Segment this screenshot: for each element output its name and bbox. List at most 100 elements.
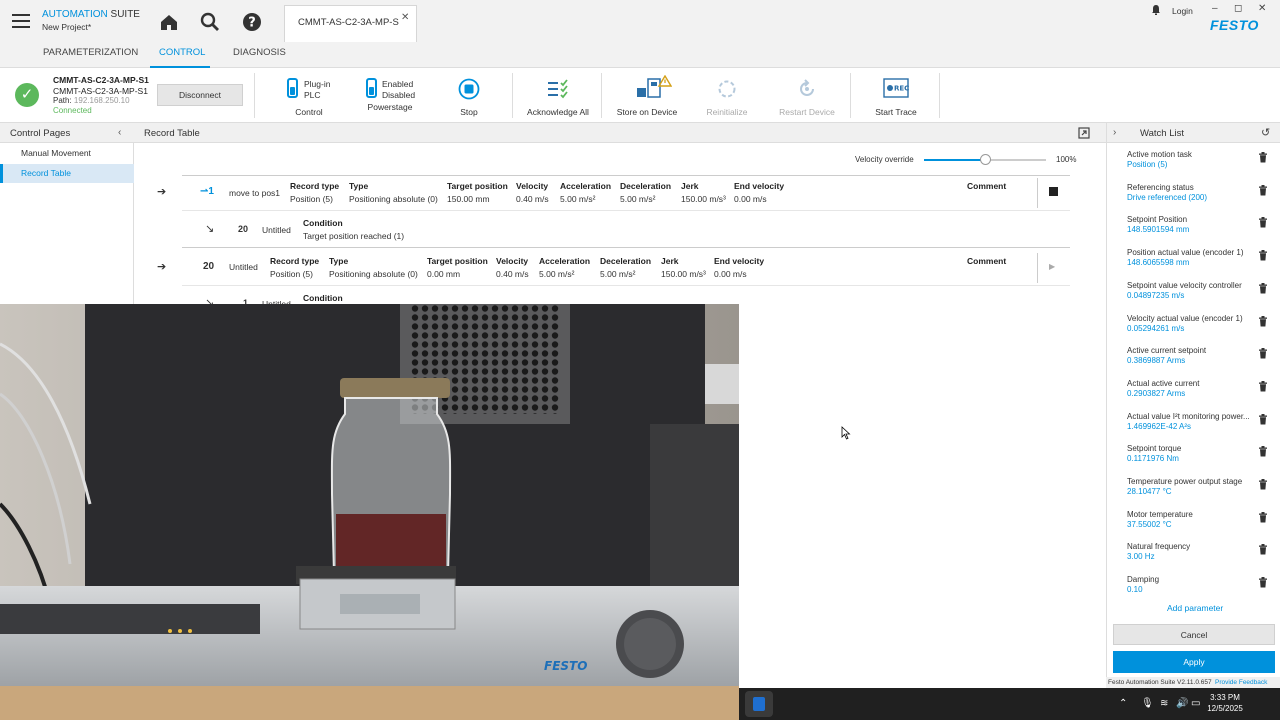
camera-photo-image: FESTO <box>0 304 739 720</box>
stop-button[interactable]: Stop <box>449 107 489 117</box>
nav-manual-movement[interactable]: Manual Movement <box>0 144 134 163</box>
record-name[interactable]: move to pos1 <box>229 188 280 198</box>
clock-time[interactable]: 3:33 PM <box>1203 693 1247 702</box>
start-trace-icon[interactable]: REC <box>883 78 909 100</box>
tray-expand-icon[interactable]: ⌃ <box>1119 698 1127 709</box>
stop-icon[interactable] <box>458 78 480 100</box>
record-2-end-velocity[interactable]: 0.00 m/s <box>714 269 747 279</box>
volume-icon[interactable]: 🔊 <box>1176 698 1188 709</box>
tab-control[interactable]: CONTROL <box>159 47 205 58</box>
velocity-slider-fill <box>924 159 985 161</box>
delete-watch-item-icon[interactable] <box>1258 315 1268 327</box>
control-toggle[interactable] <box>287 78 298 98</box>
delete-watch-item-icon[interactable] <box>1258 217 1268 228</box>
delete-watch-item-icon[interactable] <box>1258 511 1268 523</box>
condition-1-value[interactable]: Target position reached (1) <box>303 231 404 241</box>
store-on-device-button[interactable]: Store on Device <box>614 107 680 117</box>
document-tab[interactable]: CMMT-AS-C2-3A-MP-S ✕ <box>284 5 417 42</box>
delete-watch-item-icon[interactable] <box>1258 544 1268 555</box>
delete-watch-item-icon[interactable] <box>1258 152 1268 163</box>
provide-feedback-link[interactable]: Provide Feedback <box>1215 679 1267 686</box>
add-parameter-link[interactable]: Add parameter <box>1167 603 1223 613</box>
record-arrow-icon[interactable]: ➔ <box>157 185 166 198</box>
record-arrow-icon[interactable]: ➔ <box>157 260 166 273</box>
maximize-icon[interactable]: ◻ <box>1234 3 1242 14</box>
delete-watch-item-icon[interactable] <box>1258 479 1268 490</box>
notification-bell-icon[interactable] <box>1150 4 1162 16</box>
condition-1-number: 20 <box>238 224 249 234</box>
delete-watch-item-icon[interactable] <box>1258 348 1268 359</box>
record-play-icon[interactable]: ▶ <box>1049 262 1055 271</box>
record-table-title: Record Table <box>144 128 200 139</box>
record-2-velocity[interactable]: 0.40 m/s <box>496 269 529 279</box>
record-2-type[interactable]: Positioning absolute (0) <box>329 269 418 279</box>
record-stop-icon[interactable] <box>1049 187 1058 196</box>
store-on-device-icon[interactable] <box>634 75 672 101</box>
help-icon[interactable]: ? <box>241 11 263 33</box>
apply-button[interactable]: Apply <box>1113 651 1275 673</box>
title-bar: AUTOMATION SUITE New Project* ? CMMT-AS-… <box>0 0 1280 42</box>
watch-item-name: Temperature power output stage <box>1127 477 1243 486</box>
record-2-acceleration[interactable]: 5.00 m/s² <box>539 269 574 279</box>
record-1-velocity[interactable]: 0.40 m/s <box>516 194 549 204</box>
record-1-acceleration[interactable]: 5.00 m/s² <box>560 194 595 204</box>
record-1-target[interactable]: 150.00 mm <box>447 194 490 204</box>
disconnect-button[interactable]: Disconnect <box>157 84 243 106</box>
record-1-jerk[interactable]: 150.00 m/s³ <box>681 194 726 204</box>
record-1-type[interactable]: Positioning absolute (0) <box>349 194 438 204</box>
plugin-label: Plug-in <box>304 79 331 89</box>
delete-watch-item-icon[interactable] <box>1258 380 1268 392</box>
record-2-record-type[interactable]: Position (5) <box>270 269 313 279</box>
watch-item-name: Referencing status <box>1127 182 1194 192</box>
delete-watch-item-icon[interactable] <box>1258 282 1268 294</box>
header-type: Type <box>349 181 369 191</box>
record-2-number: 20 <box>203 261 215 272</box>
clock-date[interactable]: 12/5/2025 <box>1203 704 1247 713</box>
device-name: CMMT-AS-C2-3A-MP-S1 <box>53 75 149 85</box>
close-tab-icon[interactable]: ✕ <box>401 12 409 23</box>
record-2-target[interactable]: 0.00 mm <box>427 269 460 279</box>
tab-parameterization[interactable]: PARAMETERIZATION <box>43 47 138 58</box>
path-value: 192.168.250.10 <box>73 96 130 105</box>
velocity-slider-handle[interactable] <box>979 154 991 165</box>
delete-watch-item-icon[interactable] <box>1258 250 1268 261</box>
control-toolbar: ✓ CMMT-AS-C2-3A-MP-S1 CMMT-AS-C2-3A-MP-S… <box>0 68 1280 123</box>
delete-watch-item-icon[interactable] <box>1258 184 1268 196</box>
record-divider <box>182 247 1070 248</box>
header-comment: Comment <box>967 181 1007 191</box>
delete-watch-item-icon[interactable] <box>1258 577 1268 588</box>
login-link[interactable]: Login <box>1172 6 1193 16</box>
minimize-icon[interactable]: – <box>1212 3 1218 14</box>
record-1-record-type[interactable]: Position (5) <box>290 194 333 204</box>
microphone-icon[interactable]: 🎙 <box>1141 698 1154 709</box>
watch-item-value: 0.3869887 Arms <box>1127 356 1186 366</box>
search-icon[interactable] <box>199 11 221 33</box>
cancel-button[interactable]: Cancel <box>1113 624 1275 645</box>
home-icon[interactable] <box>158 11 180 33</box>
watch-list-panel: › Watch List ↺ Active motion task Positio… <box>1106 123 1280 688</box>
nav-record-table[interactable]: Record Table <box>0 164 134 183</box>
record-2-jerk[interactable]: 150.00 m/s³ <box>661 269 706 279</box>
watch-item-value: 3.00 Hz <box>1127 552 1155 562</box>
wifi-icon[interactable]: ≋ <box>1160 698 1168 709</box>
collapse-left-icon[interactable]: ‹ <box>118 127 121 138</box>
record-1-end-velocity[interactable]: 0.00 m/s <box>734 194 767 204</box>
record-2-name[interactable]: Untitled <box>229 262 258 272</box>
battery-icon[interactable]: ▭ <box>1191 698 1200 709</box>
popout-icon[interactable] <box>1078 127 1090 139</box>
record-2-deceleration[interactable]: 5.00 m/s² <box>600 269 635 279</box>
disabled-label: Disabled <box>382 90 416 100</box>
close-window-icon[interactable]: ✕ <box>1258 3 1266 14</box>
tab-diagnosis[interactable]: DIAGNOSIS <box>233 47 286 58</box>
start-trace-button[interactable]: Start Trace <box>870 107 922 117</box>
acknowledge-all-button[interactable]: Acknowledge All <box>524 107 592 117</box>
delete-watch-item-icon[interactable] <box>1258 413 1268 425</box>
record-1-deceleration[interactable]: 5.00 m/s² <box>620 194 655 204</box>
watch-item-value: 1.469962E-42 A²s <box>1127 421 1192 431</box>
delete-watch-item-icon[interactable] <box>1258 446 1268 457</box>
watch-item-name: Natural frequency <box>1127 542 1191 552</box>
taskbar-app-button[interactable] <box>745 691 773 717</box>
hamburger-menu-icon[interactable] <box>12 14 30 28</box>
acknowledge-all-icon[interactable] <box>546 78 570 100</box>
powerstage-toggle[interactable] <box>366 78 377 98</box>
